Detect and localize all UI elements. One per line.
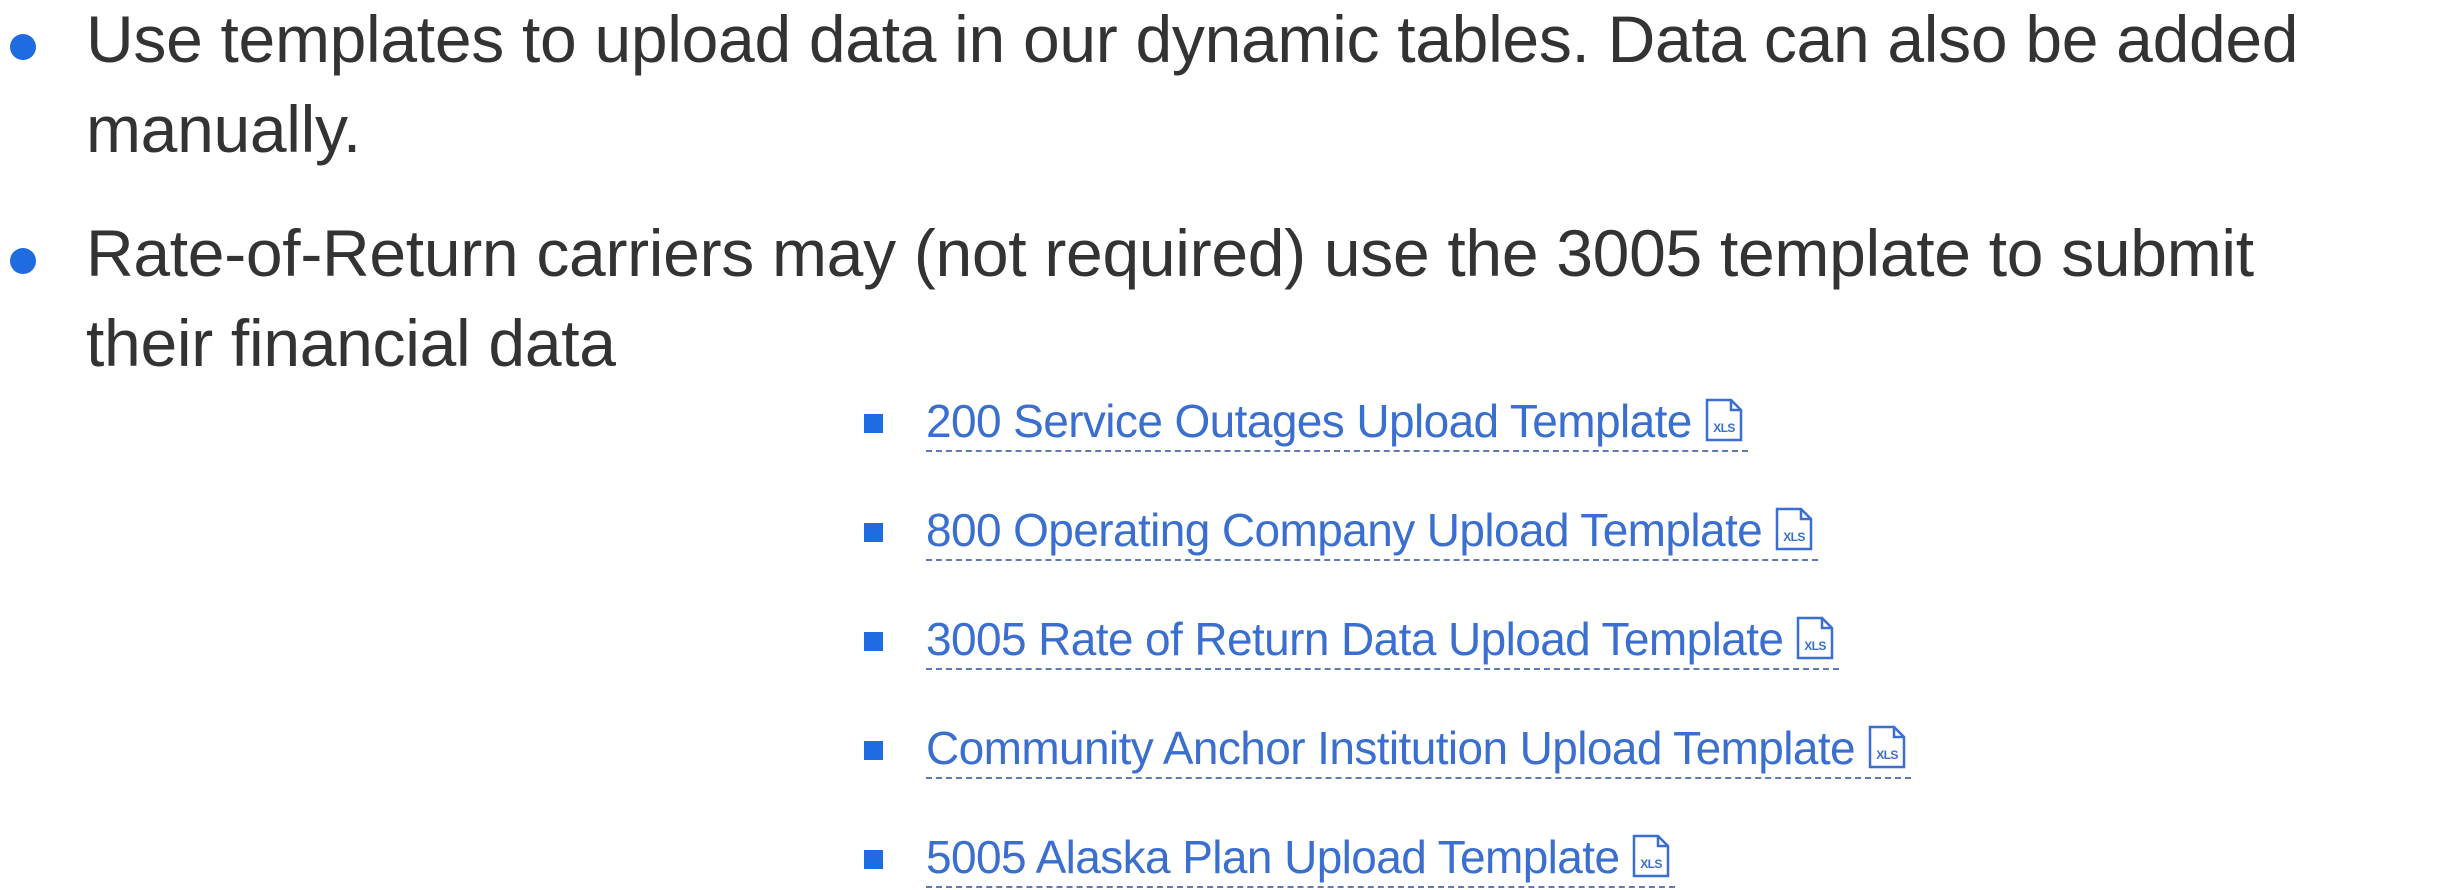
xls-icon-text: XLS [1783,530,1805,544]
square-bullet-icon [864,741,883,760]
xls-icon-text: XLS [1876,748,1898,762]
bullet-text-line: manually. [86,92,361,166]
list-item: 800 Operating Company Upload Template XL… [862,501,2162,561]
xls-file-icon: XLS [1705,398,1742,442]
xls-file-icon: XLS [1868,725,1906,769]
list-item: Community Anchor Institution Upload Temp… [862,719,2162,779]
square-bullet-icon [864,850,883,869]
bullet-dot-icon [10,248,36,274]
bullet-text: Use templates to upload data in our dyna… [86,0,2456,174]
service-outages-template-link[interactable]: 200 Service Outages Upload Template XLS [926,392,1748,452]
link-label: 800 Operating Company Upload Template [926,504,1763,556]
list-item: 200 Service Outages Upload Template XLS [862,392,2162,452]
community-anchor-template-link[interactable]: Community Anchor Institution Upload Temp… [926,719,1912,779]
list-item: 5005 Alaska Plan Upload Template XLS [862,828,2162,888]
xls-icon-text: XLS [1805,639,1827,653]
bullet-dot-icon [10,34,36,60]
bullet-text-line: Rate-of-Return carriers may (not require… [86,216,2254,290]
square-bullet-icon [864,523,883,542]
xls-icon-text: XLS [1641,857,1663,871]
alaska-plan-template-link[interactable]: 5005 Alaska Plan Upload Template XLS [926,828,1676,888]
xls-file-icon: XLS [1797,616,1834,660]
rate-of-return-template-link[interactable]: 3005 Rate of Return Data Upload Template… [926,610,1840,670]
slide: Use templates to upload data in our dyna… [0,0,2456,890]
link-label: 3005 Rate of Return Data Upload Template [926,613,1784,665]
operating-company-template-link[interactable]: 800 Operating Company Upload Template XL… [926,501,1819,561]
square-bullet-icon [864,414,883,433]
link-label: Community Anchor Institution Upload Temp… [926,722,1856,774]
bullet-text-line: Use templates to upload data in our dyna… [86,2,2299,76]
link-label: 5005 Alaska Plan Upload Template [926,831,1620,883]
link-label: 200 Service Outages Upload Template [926,395,1692,447]
square-bullet-icon [864,632,883,651]
list-item: 3005 Rate of Return Data Upload Template… [862,610,2162,670]
xls-file-icon: XLS [1775,507,1813,551]
bullet-text-line: their financial data [86,306,616,380]
xls-file-icon: XLS [1633,834,1670,878]
xls-icon-text: XLS [1713,421,1735,435]
bullet-text: Rate-of-Return carriers may (not require… [86,208,2456,388]
